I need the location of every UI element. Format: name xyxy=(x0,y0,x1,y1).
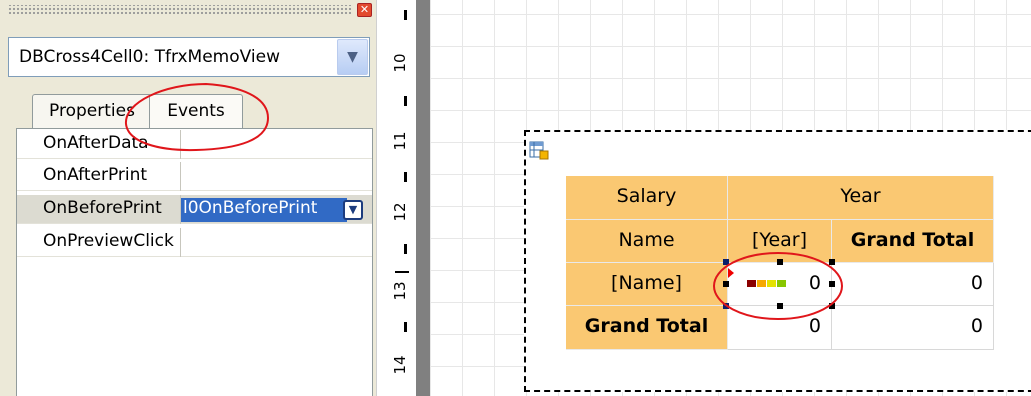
events-grid: OnAfterData OnAfterPrint OnBeforePrint l… xyxy=(16,129,373,396)
selection-handle[interactable] xyxy=(829,303,835,309)
selection-handle[interactable] xyxy=(829,281,835,287)
crosstab-row-header[interactable]: Name xyxy=(566,220,728,263)
event-name: OnBeforePrint xyxy=(43,198,162,218)
ruler-tick xyxy=(404,322,407,332)
ruler-tick xyxy=(404,96,407,106)
workspace-border xyxy=(416,0,430,396)
panel-drag-grip[interactable] xyxy=(8,5,353,14)
vertical-ruler: 10 11 12 13 14 xyxy=(376,0,416,396)
event-marker-icon xyxy=(728,268,734,278)
highlight-indicator-icon xyxy=(747,280,787,300)
object-selector-combobox[interactable]: DBCross4Cell0: TfrxMemoView ▼ xyxy=(8,37,370,77)
crosstab-column-value[interactable]: [Year] xyxy=(728,220,832,263)
event-handler-value: l0OnBeforePrint xyxy=(183,198,318,218)
event-name: OnPreviewClick xyxy=(43,231,174,251)
ruler-tick xyxy=(404,10,407,20)
crosstab-row-value[interactable]: [Name] xyxy=(566,263,728,306)
inspector-tabs: Properties Events xyxy=(8,94,372,130)
event-handler-input[interactable]: l0OnBeforePrint xyxy=(181,198,347,222)
column-divider xyxy=(180,228,181,257)
selection-handle[interactable] xyxy=(829,259,835,265)
crosstab-grand-total-column[interactable]: Grand Total xyxy=(832,220,994,263)
event-row-onpreviewclick[interactable]: OnPreviewClick xyxy=(17,228,372,257)
ruler-label: 13 xyxy=(391,281,409,301)
chevron-down-icon[interactable]: ▼ xyxy=(337,39,368,75)
selection-handle[interactable] xyxy=(723,259,729,265)
crosstab-icon xyxy=(529,141,549,160)
ruler-label: 14 xyxy=(391,355,409,375)
event-name: OnAfterPrint xyxy=(43,165,148,185)
selection-handle[interactable] xyxy=(723,303,729,309)
crosstab-column-header[interactable]: Year xyxy=(728,176,994,220)
event-row-onbeforeprint[interactable]: OnBeforePrint l0OnBeforePrint ▼ xyxy=(17,195,372,224)
selected-object-label: DBCross4Cell0: TfrxMemoView xyxy=(19,47,280,67)
ruler-tick xyxy=(404,172,407,182)
column-divider xyxy=(180,162,181,191)
column-divider xyxy=(180,130,181,159)
tab-properties[interactable]: Properties xyxy=(32,94,152,130)
dropdown-arrow-icon[interactable]: ▼ xyxy=(343,200,363,220)
report-band[interactable]: Salary Year Name [Year] Grand Total [Nam… xyxy=(524,130,1031,392)
ruler-label: 11 xyxy=(391,131,409,151)
selection-handle[interactable] xyxy=(777,259,783,265)
ruler-tick xyxy=(404,244,407,254)
crosstab-object[interactable]: Salary Year Name [Year] Grand Total [Nam… xyxy=(566,176,995,351)
selection-handle[interactable] xyxy=(777,303,783,309)
event-row-onafterdata[interactable]: OnAfterData xyxy=(17,130,372,159)
ruler-position-marker xyxy=(395,271,409,273)
object-inspector-panel: ✕ DBCross4Cell0: TfrxMemoView ▼ Properti… xyxy=(0,0,376,396)
tab-events[interactable]: Events xyxy=(149,94,243,130)
event-name: OnAfterData xyxy=(43,133,149,153)
selection-handle[interactable] xyxy=(723,281,729,287)
crosstab-column-total-cell[interactable]: 0 xyxy=(728,306,832,350)
crosstab-row-total-cell[interactable]: 0 xyxy=(832,263,994,306)
crosstab-corner-cell[interactable]: Salary xyxy=(566,176,728,220)
report-design-canvas[interactable]: Salary Year Name [Year] Grand Total [Nam… xyxy=(430,0,1031,396)
ruler-label: 12 xyxy=(391,202,409,222)
event-row-onafterprint[interactable]: OnAfterPrint xyxy=(17,162,372,191)
ruler-label: 10 xyxy=(391,53,409,73)
crosstab-grand-total-row[interactable]: Grand Total xyxy=(566,306,728,350)
crosstab-grand-total-cell[interactable]: 0 xyxy=(832,306,994,350)
close-icon[interactable]: ✕ xyxy=(357,3,372,17)
